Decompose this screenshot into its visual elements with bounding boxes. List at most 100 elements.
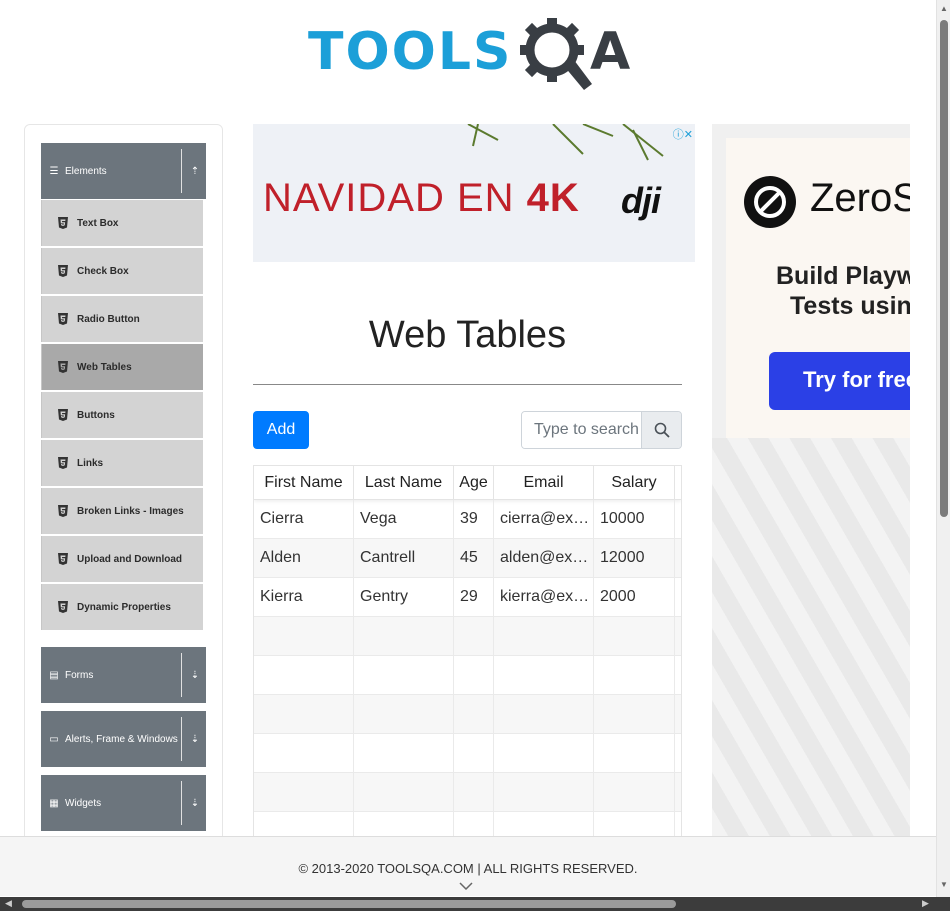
menu-item-text-box[interactable]: Text Box xyxy=(41,200,203,246)
title-divider xyxy=(253,384,682,385)
scroll-right-arrow-icon[interactable]: ▶ xyxy=(922,898,929,909)
menu-item-label: Broken Links - Images xyxy=(77,505,184,517)
group-label: Elements xyxy=(65,165,107,177)
scroll-down-arrow-icon[interactable]: ▼ xyxy=(940,880,948,889)
group-header-forms[interactable]: ▤ Forms ⇣ xyxy=(41,647,206,703)
group-label: Forms xyxy=(65,669,94,681)
divider xyxy=(181,781,182,825)
group-header-alerts[interactable]: ▭ Alerts, Frame & Windows ⇣ xyxy=(41,711,206,767)
form-icon: ▤ xyxy=(49,669,59,681)
menu-item-links[interactable]: Links xyxy=(41,440,203,486)
collapse-arrow-icon: ⇡ xyxy=(190,165,200,177)
group-label: Widgets xyxy=(65,797,102,809)
empty-table-row xyxy=(254,617,681,656)
cell-last-name: Gentry xyxy=(354,578,454,616)
table-row: Alden Cantrell 45 alden@ex… 12000 xyxy=(254,539,681,578)
menu-item-broken-links[interactable]: Broken Links - Images xyxy=(41,488,203,534)
hamburger-icon: ☰ xyxy=(49,165,59,177)
ad-cta-button[interactable]: Try for free - xyxy=(769,352,910,410)
adchoices-icon[interactable]: ⓘ✕ xyxy=(673,126,693,142)
divider xyxy=(181,717,182,761)
group-header-elements[interactable]: ☰ Elements ⇡ xyxy=(41,143,206,199)
page-title: Web Tables xyxy=(368,314,567,356)
footer: © 2013-2020 TOOLSQA.COM | ALL RIGHTS RES… xyxy=(0,836,936,896)
column-header-first-name[interactable]: First Name xyxy=(254,466,354,499)
ad-headline: NAVIDAD EN 4K xyxy=(263,176,580,220)
cell-age: 29 xyxy=(454,578,494,616)
search-box xyxy=(521,411,682,449)
scroll-up-arrow-icon[interactable]: ▲ xyxy=(940,4,948,13)
chevron-down-icon[interactable] xyxy=(458,881,474,891)
window-icon: ▭ xyxy=(49,733,59,745)
search-input[interactable] xyxy=(522,412,641,448)
ad-line-2: Tests using xyxy=(790,292,910,320)
search-icon xyxy=(654,422,670,438)
cell-first-name: Kierra xyxy=(254,578,354,616)
add-button[interactable]: Add xyxy=(253,411,309,449)
vertical-scroll-thumb[interactable] xyxy=(940,20,948,517)
divider xyxy=(181,149,182,193)
copyright-text: © 2013-2020 TOOLSQA.COM | ALL RIGHTS RES… xyxy=(298,861,638,876)
widgets-icon: ▦ xyxy=(49,797,59,809)
html5-icon xyxy=(58,265,68,277)
column-header-last-name[interactable]: Last Name xyxy=(354,466,454,499)
menu-item-radio-button[interactable]: Radio Button xyxy=(41,296,203,342)
ad-line-1: Build Playwri xyxy=(776,262,910,290)
html5-icon xyxy=(58,313,68,325)
vertical-scrollbar[interactable]: ▲ ▼ xyxy=(936,0,950,897)
cell-first-name: Cierra xyxy=(254,500,354,538)
menu-item-label: Buttons xyxy=(77,409,115,421)
html5-icon xyxy=(58,553,68,565)
scroll-left-arrow-icon[interactable]: ◀ xyxy=(5,898,12,909)
column-header-age[interactable]: Age xyxy=(454,466,494,499)
menu-item-label: Radio Button xyxy=(77,313,140,325)
menu-item-label: Text Box xyxy=(77,217,119,229)
table-row: Cierra Vega 39 cierra@ex… 10000 xyxy=(254,500,681,539)
menu-item-label: Upload and Download xyxy=(77,553,182,565)
logo-text-tools: TOOLS xyxy=(308,22,513,82)
group-label: Alerts, Frame & Windows xyxy=(65,733,178,745)
menu-item-web-tables[interactable]: Web Tables xyxy=(41,344,203,390)
cell-first-name: Alden xyxy=(254,539,354,577)
expand-arrow-icon: ⇣ xyxy=(190,733,200,745)
group-header-widgets[interactable]: ▦ Widgets ⇣ xyxy=(41,775,206,831)
menu-item-label: Dynamic Properties xyxy=(77,601,171,613)
html5-icon xyxy=(58,457,68,469)
cell-salary: 10000 xyxy=(594,500,675,538)
cell-last-name: Vega xyxy=(354,500,454,538)
web-table: First Name Last Name Age Email Salary Ci… xyxy=(253,465,682,845)
horizontal-scroll-thumb[interactable] xyxy=(22,900,676,908)
cell-salary: 12000 xyxy=(594,539,675,577)
html5-icon xyxy=(58,217,68,229)
divider xyxy=(181,653,182,697)
pine-branch-decoration xyxy=(467,124,664,161)
cell-age: 39 xyxy=(454,500,494,538)
empty-table-row xyxy=(254,656,681,695)
search-button[interactable] xyxy=(641,412,681,448)
zerostep-logo-icon xyxy=(744,176,796,228)
cell-email: kierra@ex… xyxy=(494,578,594,616)
menu-item-dynamic-properties[interactable]: Dynamic Properties xyxy=(41,584,203,630)
menu-item-buttons[interactable]: Buttons xyxy=(41,392,203,438)
html5-icon xyxy=(58,505,68,517)
empty-table-row xyxy=(254,695,681,734)
empty-table-row xyxy=(254,773,681,812)
table-row: Kierra Gentry 29 kierra@ex… 2000 xyxy=(254,578,681,617)
menu-item-label: Check Box xyxy=(77,265,129,277)
right-ad-banner[interactable]: ZeroSt Build Playwri Tests using Try for… xyxy=(712,124,910,844)
html5-icon xyxy=(58,409,68,421)
menu-item-check-box[interactable]: Check Box xyxy=(41,248,203,294)
column-header-salary[interactable]: Salary xyxy=(594,466,675,499)
column-header-email[interactable]: Email xyxy=(494,466,594,499)
empty-table-row xyxy=(254,734,681,773)
cell-email: alden@ex… xyxy=(494,539,594,577)
menu-item-upload-download[interactable]: Upload and Download xyxy=(41,536,203,582)
table-header: First Name Last Name Age Email Salary xyxy=(254,466,681,500)
gear-magnifier-icon xyxy=(520,18,592,90)
horizontal-scrollbar[interactable]: ◀ ▶ xyxy=(0,897,950,911)
html5-icon xyxy=(58,361,68,373)
html5-icon xyxy=(58,601,68,613)
left-sidebar: ☰ Elements ⇡ Text Box Check Box Radio Bu… xyxy=(24,124,223,844)
top-ad-banner[interactable]: ⓘ✕ NAVIDAD EN 4K dji xyxy=(253,124,695,262)
toolsqa-logo[interactable]: TOOLS A xyxy=(308,14,633,90)
